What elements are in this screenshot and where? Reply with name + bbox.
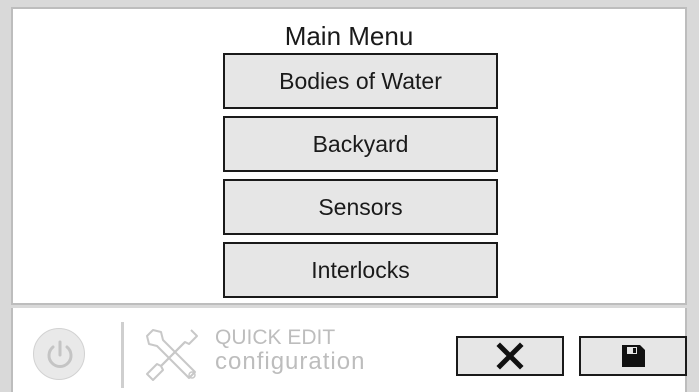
quick-edit-title: QUICK EDIT bbox=[215, 326, 336, 349]
save-button[interactable] bbox=[579, 336, 687, 376]
close-icon bbox=[496, 342, 524, 370]
cancel-button[interactable] bbox=[456, 336, 564, 376]
bodies-of-water-label: Bodies of Water bbox=[279, 67, 442, 94]
backyard-label: Backyard bbox=[312, 130, 409, 157]
page-title: Main Menu bbox=[284, 21, 414, 51]
bodies-of-water-button[interactable]: Bodies of Water bbox=[223, 53, 498, 109]
quick-edit-label: QUICK EDIT configuration bbox=[215, 326, 365, 374]
power-icon bbox=[47, 340, 73, 368]
interlocks-label: Interlocks bbox=[311, 256, 410, 283]
sensors-label: Sensors bbox=[318, 193, 403, 220]
floppy-disk-icon bbox=[622, 345, 645, 367]
bottom-toolbar: QUICK EDIT configuration bbox=[11, 308, 687, 392]
interlocks-button[interactable]: Interlocks bbox=[223, 242, 498, 298]
sensors-button[interactable]: Sensors bbox=[223, 179, 498, 235]
tools-icon bbox=[146, 329, 198, 381]
quick-edit-subtitle: configuration bbox=[215, 348, 366, 375]
main-menu-panel: Main Menu Bodies of Water Backyard Senso… bbox=[11, 7, 687, 305]
screen: Main Menu Bodies of Water Backyard Senso… bbox=[0, 0, 699, 392]
toolbar-divider bbox=[121, 322, 124, 388]
power-button[interactable] bbox=[33, 328, 85, 380]
backyard-button[interactable]: Backyard bbox=[223, 116, 498, 172]
